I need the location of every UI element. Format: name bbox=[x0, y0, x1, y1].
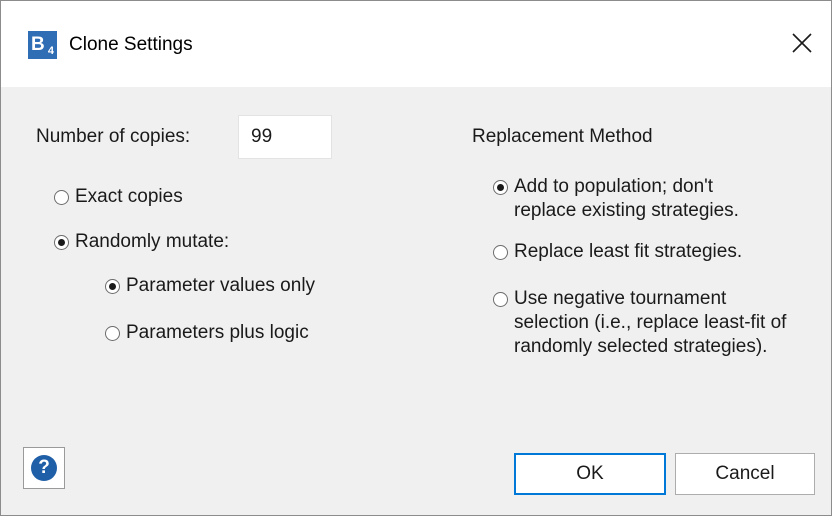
copies-input[interactable] bbox=[238, 115, 332, 159]
cancel-button[interactable]: Cancel bbox=[675, 453, 815, 495]
radio-exact-copies-label: Exact copies bbox=[75, 186, 183, 207]
app-logo-icon: B 4 bbox=[28, 31, 57, 59]
radio-add-to-population[interactable]: Add to population; don't replace existin… bbox=[493, 175, 739, 223]
replacement-method-heading: Replacement Method bbox=[472, 126, 653, 147]
radio-replace-least-fit-circle bbox=[493, 245, 508, 260]
radio-parameters-plus-logic[interactable]: Parameters plus logic bbox=[105, 321, 309, 345]
radio-add-to-population-label: Add to population; don't replace existin… bbox=[514, 175, 739, 223]
radio-negative-tournament-label: Use negative tournament selection (i.e.,… bbox=[514, 287, 786, 359]
radio-parameter-values-only-circle bbox=[105, 279, 120, 294]
add-label-line1: Add to population; don't bbox=[514, 176, 714, 197]
radio-randomly-mutate[interactable]: Randomly mutate: bbox=[54, 230, 229, 254]
title-bar: B 4 Clone Settings bbox=[1, 1, 831, 87]
ok-button[interactable]: OK bbox=[514, 453, 666, 495]
radio-parameter-values-only-label: Parameter values only bbox=[126, 275, 316, 296]
close-icon bbox=[792, 33, 812, 53]
radio-replace-least-fit[interactable]: Replace least fit strategies. bbox=[493, 240, 742, 264]
radio-exact-copies-circle bbox=[54, 190, 69, 205]
dialog-title: Clone Settings bbox=[69, 34, 193, 55]
radio-randomly-mutate-circle bbox=[54, 235, 69, 250]
add-label-line2: replace existing strategies. bbox=[514, 200, 739, 221]
tournament-label-line1: Use negative tournament bbox=[514, 288, 727, 309]
radio-add-to-population-circle bbox=[493, 180, 508, 195]
app-logo-subscript: 4 bbox=[47, 45, 54, 57]
help-button[interactable]: ? bbox=[23, 447, 65, 489]
tournament-label-line2: selection (i.e., replace least-fit of bbox=[514, 312, 787, 333]
help-icon: ? bbox=[31, 455, 57, 481]
clone-settings-dialog: B 4 Clone Settings Number of copies: Exa… bbox=[0, 0, 832, 516]
radio-parameters-plus-logic-label: Parameters plus logic bbox=[126, 322, 309, 343]
app-logo-letter: B bbox=[31, 34, 45, 55]
radio-randomly-mutate-label: Randomly mutate: bbox=[75, 231, 230, 252]
tournament-label-line3: randomly selected strategies). bbox=[514, 336, 768, 357]
radio-replace-least-fit-label: Replace least fit strategies. bbox=[514, 241, 743, 262]
copies-label: Number of copies: bbox=[36, 126, 191, 147]
radio-parameter-values-only[interactable]: Parameter values only bbox=[105, 274, 315, 298]
close-button[interactable] bbox=[777, 15, 831, 73]
radio-negative-tournament[interactable]: Use negative tournament selection (i.e.,… bbox=[493, 287, 786, 359]
radio-negative-tournament-circle bbox=[493, 292, 508, 307]
radio-exact-copies[interactable]: Exact copies bbox=[54, 185, 183, 209]
radio-parameters-plus-logic-circle bbox=[105, 326, 120, 341]
